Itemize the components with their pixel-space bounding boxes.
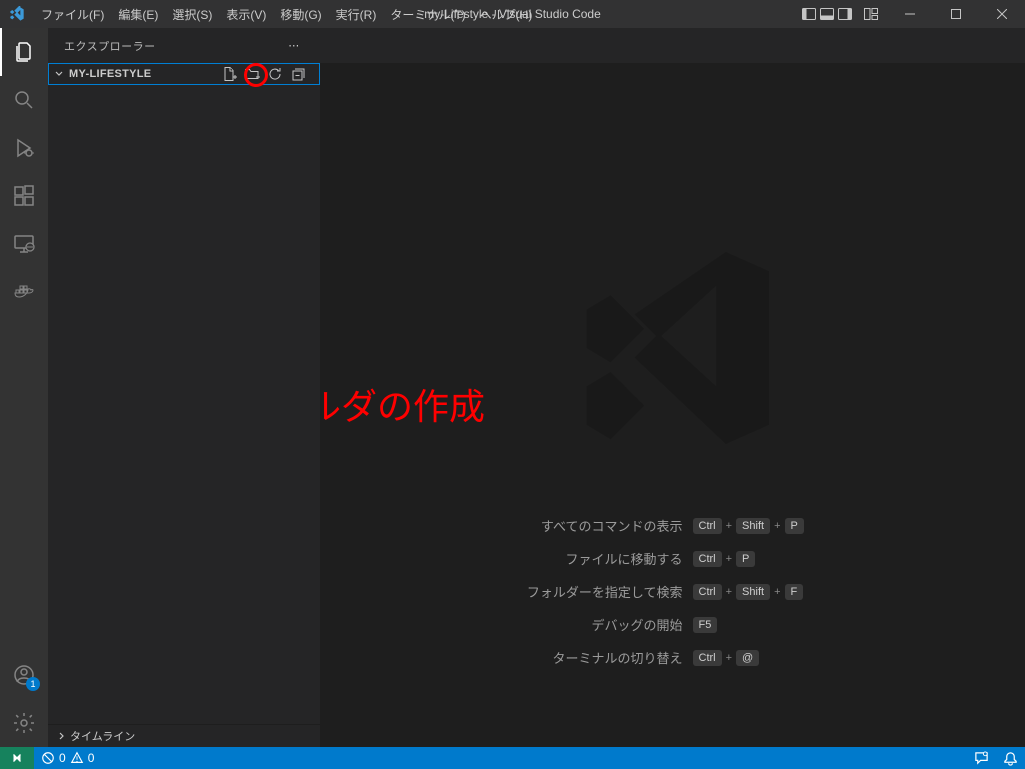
shortcut-label: フォルダーを指定して検索 [403, 582, 683, 601]
activity-remote-explorer[interactable] [0, 220, 48, 268]
key: Ctrl [693, 584, 722, 600]
editor-tabs [320, 28, 1025, 63]
error-count: 0 [59, 751, 66, 765]
folder-actions [218, 63, 315, 85]
folder-name: MY-LIFESTYLE [67, 68, 218, 80]
shortcut-keys: Ctrl+ @ [693, 650, 760, 666]
activity-settings[interactable] [0, 699, 48, 747]
folder-header[interactable]: MY-LIFESTYLE [48, 63, 320, 85]
activity-explorer[interactable] [0, 28, 48, 76]
sidebar-footer: タイムライン [48, 724, 320, 747]
layout-controls [793, 6, 887, 22]
feedback-icon[interactable] [967, 747, 996, 769]
activity-docker[interactable] [0, 268, 48, 316]
toggle-primary-sidebar-icon[interactable] [801, 6, 817, 22]
status-bar: 0 0 [0, 747, 1025, 769]
file-tree[interactable] [48, 85, 320, 724]
explorer-sidebar: エクスプローラー ⋯ MY-LIFESTYLE [48, 28, 320, 747]
menu-selection[interactable]: 選択(S) [165, 0, 219, 28]
menu-view[interactable]: 表示(V) [219, 0, 273, 28]
accounts-badge: 1 [26, 677, 40, 691]
shortcut-row: ターミナルの切り替え Ctrl+ @ [403, 648, 943, 667]
notifications-icon[interactable] [996, 747, 1025, 769]
sidebar-more-icon[interactable]: ⋯ [284, 39, 304, 52]
key: F5 [693, 617, 718, 633]
key: @ [736, 650, 759, 666]
activity-accounts[interactable]: 1 [0, 651, 48, 699]
shortcut-label: デバッグの開始 [403, 615, 683, 634]
editor-area: 新しいフォルダの作成 すべてのコマンドの表示 Ctrl+ Shift+ P ファ… [320, 28, 1025, 747]
collapse-all-icon[interactable] [287, 63, 309, 85]
shortcut-keys: Ctrl+ P [693, 551, 756, 567]
shortcut-keys: Ctrl+ Shift+ P [693, 518, 804, 534]
chevron-right-icon [56, 730, 68, 742]
menu-run[interactable]: 実行(R) [329, 0, 384, 28]
activity-run-debug[interactable] [0, 124, 48, 172]
shortcut-label: ファイルに移動する [403, 549, 683, 568]
problems-indicator[interactable]: 0 0 [34, 747, 101, 769]
timeline-section[interactable]: タイムライン [48, 725, 320, 747]
chevron-down-icon [53, 68, 65, 80]
customize-layout-icon[interactable] [863, 6, 879, 22]
window-title: my-Lifestyle - Visual Studio Code [424, 7, 601, 21]
menu-file[interactable]: ファイル(F) [34, 0, 111, 28]
key: P [785, 518, 804, 534]
vscode-logo-icon [0, 6, 34, 22]
editor-body: 新しいフォルダの作成 すべてのコマンドの表示 Ctrl+ Shift+ P ファ… [320, 63, 1025, 747]
activity-search[interactable] [0, 76, 48, 124]
workbench-body: 1 エクスプローラー ⋯ MY-LIFESTYLE [0, 28, 1025, 747]
vscode-watermark-icon [553, 228, 793, 468]
menu-go[interactable]: 移動(G) [273, 0, 328, 28]
shortcut-row: フォルダーを指定して検索 Ctrl+ Shift+ F [403, 582, 943, 601]
key: Shift [736, 518, 770, 534]
shortcut-keys: F5 [693, 617, 718, 633]
titlebar-right [793, 0, 1025, 28]
activity-bar: 1 [0, 28, 48, 747]
shortcut-row: ファイルに移動する Ctrl+ P [403, 549, 943, 568]
warning-count: 0 [88, 751, 95, 765]
key: P [736, 551, 755, 567]
sidebar-title: エクスプローラー [64, 38, 284, 54]
shortcut-row: すべてのコマンドの表示 Ctrl+ Shift+ P [403, 516, 943, 535]
welcome-shortcuts: すべてのコマンドの表示 Ctrl+ Shift+ P ファイルに移動する Ctr… [320, 516, 1025, 667]
annotation-text: 新しいフォルダの作成 [320, 378, 485, 430]
title-bar: ファイル(F) 編集(E) 選択(S) 表示(V) 移動(G) 実行(R) ター… [0, 0, 1025, 28]
shortcut-keys: Ctrl+ Shift+ F [693, 584, 804, 600]
sidebar-header: エクスプローラー ⋯ [48, 28, 320, 63]
shortcut-row: デバッグの開始 F5 [403, 615, 943, 634]
toggle-panel-icon[interactable] [819, 6, 835, 22]
toggle-secondary-sidebar-icon[interactable] [837, 6, 853, 22]
key: Ctrl [693, 551, 722, 567]
window-maximize-button[interactable] [933, 0, 979, 28]
shortcut-label: すべてのコマンドの表示 [403, 516, 683, 535]
key: Ctrl [693, 650, 722, 666]
activity-extensions[interactable] [0, 172, 48, 220]
timeline-label: タイムライン [70, 728, 135, 744]
key: Ctrl [693, 518, 722, 534]
new-file-icon[interactable] [218, 63, 240, 85]
window-minimize-button[interactable] [887, 0, 933, 28]
remote-indicator[interactable] [0, 747, 34, 769]
key: F [785, 584, 804, 600]
key: Shift [736, 584, 770, 600]
menu-edit[interactable]: 編集(E) [111, 0, 165, 28]
shortcut-label: ターミナルの切り替え [403, 648, 683, 667]
new-folder-icon[interactable] [241, 63, 263, 85]
annotation-arrow [320, 46, 330, 366]
window-close-button[interactable] [979, 0, 1025, 28]
refresh-icon[interactable] [264, 63, 286, 85]
vscode-window: ファイル(F) 編集(E) 選択(S) 表示(V) 移動(G) 実行(R) ター… [0, 0, 1025, 769]
